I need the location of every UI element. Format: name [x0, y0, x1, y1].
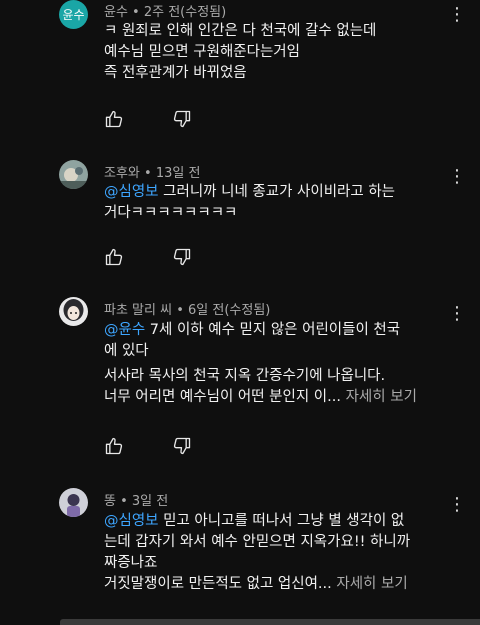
- comment-line: 에 있다: [104, 343, 149, 359]
- comment-meta: 윤수 • 2주 전(수정됨): [104, 1, 226, 20]
- more-actions-icon[interactable]: ⋮: [448, 5, 466, 25]
- thumb-up-icon[interactable]: [104, 436, 124, 456]
- comment-line: 즉 전후관계가 바뀌었음: [104, 65, 247, 81]
- comment-time[interactable]: 6일 전(수정됨): [188, 303, 270, 318]
- comment-line: @심영보 믿고 아니고를 떠나서 그냥 별 생각이 없: [104, 511, 444, 532]
- avatar-image: [59, 297, 88, 326]
- thumb-down-icon[interactable]: [172, 247, 192, 267]
- comment-line: 너무 어리면 예수님이 어떤 분인지 이... 자세히 보기: [104, 387, 444, 408]
- comment-line-text: 믿고 아니고를 떠나서 그냥 별 생각이 없: [158, 513, 405, 529]
- more-actions-icon[interactable]: ⋮: [448, 495, 466, 515]
- avatar[interactable]: [59, 160, 88, 189]
- mention-link[interactable]: @윤수: [104, 322, 145, 338]
- comment-time[interactable]: 13일 전: [156, 166, 201, 181]
- comment-author[interactable]: 파초 말리 씨: [104, 303, 172, 318]
- mention-link[interactable]: @심영보: [104, 184, 159, 200]
- read-more-link[interactable]: 자세히 보기: [336, 576, 407, 592]
- avatar[interactable]: 윤수: [59, 0, 88, 29]
- avatar-image: [59, 160, 88, 189]
- comment-meta: 파초 말리 씨 • 6일 전(수정됨): [104, 299, 270, 318]
- comment-line: 서사라 목사의 천국 지옥 간증수기에 나옵니다.: [104, 368, 386, 384]
- comment-meta: 조후와 • 13일 전: [104, 162, 200, 181]
- meta-separator: •: [115, 494, 132, 509]
- meta-separator: •: [127, 5, 144, 20]
- avatar-image: [59, 488, 88, 517]
- avatar[interactable]: [59, 297, 88, 326]
- comment-time[interactable]: 3일 전: [132, 494, 168, 509]
- thumb-down-icon[interactable]: [172, 109, 192, 129]
- mention-link[interactable]: @심영보: [104, 513, 159, 529]
- more-actions-icon[interactable]: ⋮: [448, 304, 466, 324]
- meta-separator: •: [172, 303, 189, 318]
- comment-text: @심영보 믿고 아니고를 떠나서 그냥 별 생각이 없 는데 갑자기 와서 예수…: [104, 511, 444, 595]
- comment-author[interactable]: 윤수: [104, 5, 128, 20]
- comment-time[interactable]: 2주 전(수정됨): [144, 5, 226, 20]
- avatar[interactable]: [59, 488, 88, 517]
- comment-text: @심영보 그러니까 니네 종교가 사이비라고 하는 거다ㅋㅋㅋㅋㅋㅋㅋㅋ: [104, 182, 444, 224]
- comment-line: 는데 갑자기 와서 예수 안믿으면 지옥가요!! 하니까: [104, 534, 411, 550]
- thumb-up-icon[interactable]: [104, 247, 124, 267]
- comment-text: ㅋ 원죄로 인해 인간은 다 천국에 갈수 없는데 예수님 믿으면 구원해준다는…: [104, 21, 444, 84]
- comment-line: ㅋ 원죄로 인해 인간은 다 천국에 갈수 없는데: [104, 23, 377, 39]
- avatar-text: 윤수: [62, 8, 85, 22]
- comment-line-text: 7세 이하 예수 믿지 않은 어린이들이 천국: [145, 322, 401, 338]
- comment-author[interactable]: 조후와: [104, 166, 140, 181]
- comment-line: 짜증나죠: [104, 555, 158, 571]
- comment-line-text: 너무 어리면 예수님이 어떤 분인지 이...: [104, 389, 346, 405]
- comment-meta: 똥 • 3일 전: [104, 490, 168, 509]
- bottom-input-bar[interactable]: [60, 619, 480, 625]
- thumb-down-icon[interactable]: [172, 436, 192, 456]
- comment-line: 거짓말쟁이로 만든적도 없고 업신여... 자세히 보기: [104, 574, 444, 595]
- meta-separator: •: [139, 166, 156, 181]
- comment-author[interactable]: 똥: [104, 494, 116, 509]
- comment-line: @심영보 그러니까 니네 종교가 사이비라고 하는: [104, 182, 444, 203]
- thumb-up-icon[interactable]: [104, 109, 124, 129]
- comment-line: 거다ㅋㅋㅋㅋㅋㅋㅋㅋ: [104, 205, 238, 221]
- comment-text: @윤수 7세 이하 예수 믿지 않은 어린이들이 천국 에 있다 서사라 목사의…: [104, 320, 444, 408]
- comment-line: 예수님 믿으면 구원해준다는거임: [104, 44, 300, 60]
- comment-line-text: 그러니까 니네 종교가 사이비라고 하는: [158, 184, 396, 200]
- more-actions-icon[interactable]: ⋮: [448, 167, 466, 187]
- comment-line: @윤수 7세 이하 예수 믿지 않은 어린이들이 천국: [104, 320, 444, 341]
- comment-line-text: 거짓말쟁이로 만든적도 없고 업신여...: [104, 576, 337, 592]
- read-more-link[interactable]: 자세히 보기: [346, 389, 417, 405]
